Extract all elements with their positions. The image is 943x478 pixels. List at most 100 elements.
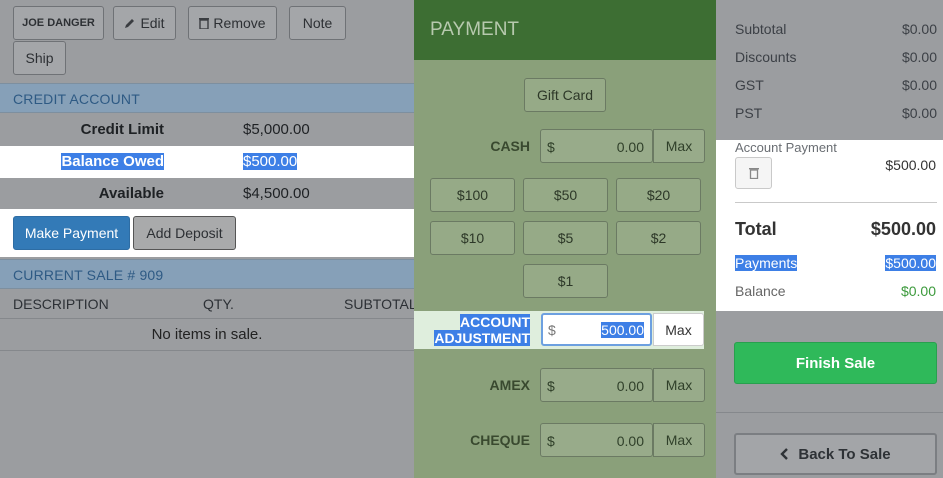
remove-label: Remove <box>213 15 266 31</box>
divider <box>0 318 414 319</box>
cheque-input[interactable]: $0.00 <box>540 423 653 457</box>
empty-sale-message: No items in sale. <box>151 326 263 343</box>
subtotal-value: $0.00 <box>901 21 937 37</box>
available-row: Available $4,500.00 <box>0 178 414 210</box>
edit-customer-button[interactable]: Edit <box>113 6 176 40</box>
account-payment-label: Account Payment <box>735 140 837 155</box>
quick-10-button[interactable]: $10 <box>430 221 515 255</box>
cheque-value: 0.00 <box>616 433 644 449</box>
add-deposit-button[interactable]: Add Deposit <box>133 216 236 250</box>
quick-100-button[interactable]: $100 <box>430 178 515 212</box>
quick-amount: $50 <box>553 187 578 203</box>
payment-pane: PAYMENT Gift Card CASH $0.00 Max $100 $5… <box>414 0 716 478</box>
note-label: Note <box>302 15 333 31</box>
make-payment-label: Make Payment <box>24 225 119 241</box>
description-column-header: DESCRIPTION <box>13 296 109 312</box>
cash-max-button[interactable]: Max <box>653 129 705 163</box>
currency-symbol: $ <box>547 433 555 449</box>
qty-column-header: QTY. <box>203 296 234 312</box>
gst-label: GST <box>735 77 764 93</box>
gift-card-button[interactable]: Gift Card <box>524 78 606 112</box>
balance-owed-row: Balance Owed $500.00 <box>0 146 414 178</box>
amex-value: 0.00 <box>616 378 644 394</box>
back-to-sale-button[interactable]: Back To Sale <box>734 433 937 475</box>
account-adjustment-row: ACCOUNT ADJUSTMENT $ 500.00 Max <box>414 311 704 349</box>
left-pane: JOE DANGER Edit Remove Note Ship CREDIT … <box>0 0 417 478</box>
quick-amount: $2 <box>650 230 667 246</box>
amex-max-button[interactable]: Max <box>653 368 705 402</box>
add-deposit-label: Add Deposit <box>146 225 223 241</box>
max-label: Max <box>665 321 692 338</box>
divider <box>735 202 937 203</box>
trash-icon <box>199 18 210 29</box>
currency-symbol: $ <box>547 378 555 394</box>
quick-5-button[interactable]: $5 <box>523 221 608 255</box>
cash-input[interactable]: $0.00 <box>540 129 653 163</box>
pst-label: PST <box>735 105 763 121</box>
pencil-icon <box>125 19 135 28</box>
balance-owed-value: $500.00 <box>243 153 298 170</box>
subtotal-row: Subtotal $0.00 <box>735 21 937 37</box>
max-label: Max <box>665 432 693 448</box>
account-adjustment-label-line2: ADJUSTMENT <box>434 330 530 346</box>
remove-customer-button[interactable]: Remove <box>188 6 277 40</box>
ship-label: Ship <box>25 50 54 66</box>
current-sale-heading: CURRENT SALE # 909 <box>0 259 414 289</box>
quick-1-button[interactable]: $1 <box>523 264 608 298</box>
credit-actions-bar: Make Payment Add Deposit <box>0 209 414 257</box>
account-adjustment-value: 500.00 <box>601 322 644 338</box>
amex-label: AMEX <box>489 377 530 393</box>
payments-label: Payments <box>735 255 798 271</box>
discounts-row: Discounts $0.00 <box>735 49 937 65</box>
divider <box>716 412 943 413</box>
remove-account-payment-button[interactable] <box>735 157 772 189</box>
trash-icon <box>748 168 759 179</box>
summary-pane: Subtotal $0.00 Discounts $0.00 GST $0.00 PS… <box>716 0 943 478</box>
finish-sale-button[interactable]: Finish Sale <box>734 342 937 384</box>
max-label: Max <box>665 138 693 154</box>
divider <box>0 350 414 351</box>
cheque-max-button[interactable]: Max <box>653 423 705 457</box>
totals-panel: Account Payment $500.00 Total $500.00 Pa… <box>716 140 943 311</box>
available-value: $4,500.00 <box>243 185 310 202</box>
balance-value: $0.00 <box>900 283 936 299</box>
quick-amount: $5 <box>557 230 574 246</box>
credit-limit-value: $5,000.00 <box>243 121 310 138</box>
credit-limit-label: Credit Limit <box>80 121 164 138</box>
discounts-label: Discounts <box>735 49 797 65</box>
back-to-sale-label: Back To Sale <box>798 445 891 463</box>
discounts-value: $0.00 <box>901 49 937 65</box>
account-adjustment-input[interactable]: $ 500.00 <box>541 313 652 346</box>
subtotal-label: Subtotal <box>735 21 787 37</box>
quick-amount: $20 <box>646 187 671 203</box>
amex-input[interactable]: $0.00 <box>540 368 653 402</box>
gst-value: $0.00 <box>901 77 937 93</box>
ship-button[interactable]: Ship <box>13 41 66 75</box>
quick-2-button[interactable]: $2 <box>616 221 701 255</box>
cash-value: 0.00 <box>616 139 644 155</box>
quick-20-button[interactable]: $20 <box>616 178 701 212</box>
available-label: Available <box>98 185 164 202</box>
total-label: Total <box>735 219 777 239</box>
cheque-label: CHEQUE <box>470 432 530 448</box>
quick-amount: $100 <box>456 187 489 203</box>
credit-limit-row: Credit Limit $5,000.00 <box>0 114 414 146</box>
currency-symbol: $ <box>547 139 555 155</box>
account-adjustment-max-button[interactable]: Max <box>653 313 704 346</box>
account-adjustment-label-line1: ACCOUNT <box>460 314 530 330</box>
balance-label: Balance <box>735 283 786 299</box>
quick-50-button[interactable]: $50 <box>523 178 608 212</box>
credit-account-heading: CREDIT ACCOUNT <box>0 83 414 113</box>
chevron-left-icon <box>780 448 789 460</box>
cash-label: CASH <box>490 138 530 154</box>
max-label: Max <box>665 377 693 393</box>
make-payment-button[interactable]: Make Payment <box>13 216 130 250</box>
pos-screen: JOE DANGER Edit Remove Note Ship CREDIT … <box>0 0 943 478</box>
gift-card-label: Gift Card <box>536 87 593 103</box>
note-button[interactable]: Note <box>289 6 346 40</box>
edit-label: Edit <box>140 15 165 31</box>
customer-name-button[interactable]: JOE DANGER <box>13 6 104 40</box>
currency-symbol: $ <box>548 322 556 338</box>
pst-row: PST $0.00 <box>735 105 937 121</box>
total-value: $500.00 <box>870 219 936 239</box>
